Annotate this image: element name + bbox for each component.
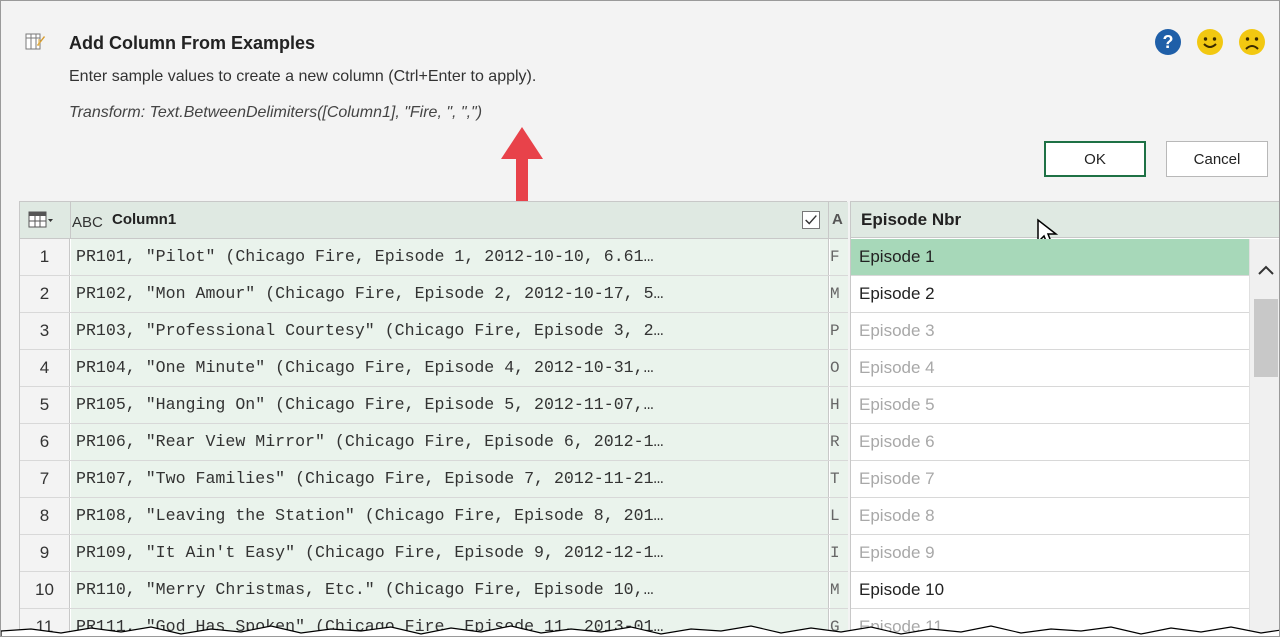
ok-button[interactable]: OK [1044,141,1146,177]
cell-divider [828,313,829,349]
feedback-icons: ? [1153,27,1267,57]
column1-cell[interactable]: PR110, "Merry Christmas, Etc." (Chicago … [71,572,828,608]
scroll-up-icon[interactable] [1256,263,1276,277]
cell-divider [828,535,829,571]
table-row: 5 PR105, "Hanging On" (Chicago Fire, Epis… [20,387,848,424]
column1-cell[interactable]: PR105, "Hanging On" (Chicago Fire, Episo… [71,387,828,423]
row-number: 8 [20,498,70,534]
torn-edge-decoration [1,625,1279,636]
column1-cell[interactable]: PR104, "One Minute" (Chicago Fire, Episo… [71,350,828,386]
table-row: 4 PR104, "One Minute" (Chicago Fire, Epis… [20,350,848,387]
table-row: 3 PR103, "Professional Courtesy" (Chicago… [20,313,848,350]
column1-cell[interactable]: PR109, "It Ain't Easy" (Chicago Fire, Ep… [71,535,828,571]
column1-cell[interactable]: PR102, "Mon Amour" (Chicago Fire, Episod… [71,276,828,312]
svg-text:ABC: ABC [72,214,103,231]
column1-cell[interactable]: PR106, "Rear View Mirror" (Chicago Fire,… [71,424,828,460]
header-divider [70,202,71,239]
table-row: 8 PR108, "Leaving the Station" (Chicago F… [20,498,848,535]
header-divider [828,202,829,239]
dialog-title: Add Column From Examples [69,33,316,53]
column2-cell[interactable]: T [830,461,848,497]
cell-divider [828,498,829,534]
cell-divider [828,239,829,275]
grid-header-row: ABC Column1 A [20,202,848,239]
table-menu-icon[interactable] [28,211,54,229]
example-cell[interactable]: Episode 9 [851,535,1249,572]
example-column-header[interactable]: Episode Nbr [851,201,1279,248]
cell-divider [828,276,829,312]
column2-cell[interactable]: R [830,424,848,460]
column1-cell[interactable]: PR101, "Pilot" (Chicago Fire, Episode 1,… [71,239,828,275]
table-row: 9 PR109, "It Ain't Easy" (Chicago Fire, E… [20,535,848,572]
row-number: 7 [20,461,70,497]
red-arrow-annotation [501,127,543,203]
row-number: 2 [20,276,70,312]
column2-cell[interactable]: I [830,535,848,571]
row-number: 6 [20,424,70,460]
checkmark-icon [805,215,817,225]
column2-cell[interactable]: O [830,350,848,386]
row-number: 10 [20,572,70,608]
table-row: 10 PR110, "Merry Christmas, Etc." (Chicag… [20,572,848,609]
help-icon[interactable]: ? [1153,27,1183,57]
row-number: 1 [20,239,70,275]
column2-cell[interactable]: M [830,572,848,608]
example-cell[interactable]: Episode 4 [851,350,1249,387]
column-include-checkbox[interactable] [802,211,820,229]
dialog-header: Add Column From Examples Enter sample va… [1,1,1279,203]
example-cell[interactable]: Episode 7 [851,461,1249,498]
cell-divider [828,461,829,497]
frown-feedback-icon[interactable] [1237,27,1267,57]
example-column-title[interactable]: Episode Nbr [861,210,961,230]
column1-cell[interactable]: PR107, "Two Families" (Chicago Fire, Epi… [71,461,828,497]
table-row: 6 PR106, "Rear View Mirror" (Chicago Fire… [20,424,848,461]
row-number: 5 [20,387,70,423]
column2-cell[interactable]: P [830,313,848,349]
add-column-dialog: Add Column From Examples Enter sample va… [0,0,1280,637]
example-cell[interactable]: Episode 10 [851,572,1249,609]
row-number: 9 [20,535,70,571]
cancel-button[interactable]: Cancel [1166,141,1268,177]
column2-header[interactable]: A [832,211,843,228]
example-cell[interactable]: Episode 8 [851,498,1249,535]
column1-cell[interactable]: PR103, "Professional Courtesy" (Chicago … [71,313,828,349]
example-cell[interactable]: Episode 3 [851,313,1249,350]
source-data-grid: ABC Column1 A 1 PR101, "Pilot" (Chicago F… [19,201,848,636]
cell-divider [828,424,829,460]
column2-cell[interactable]: H [830,387,848,423]
cell-divider [828,350,829,386]
example-cell[interactable]: Episode 5 [851,387,1249,424]
vertical-scrollbar[interactable] [1249,239,1279,636]
example-cell[interactable]: Episode 1 [851,239,1249,276]
column2-cell[interactable]: M [830,276,848,312]
transform-formula: Transform: Text.BetweenDelimiters([Colum… [69,104,483,121]
svg-text:?: ? [1163,32,1174,52]
row-number: 4 [20,350,70,386]
example-column: Episode Nbr Episode 1 Episode 2 Episode 3E… [850,201,1279,636]
add-column-icon [25,33,45,50]
text-type-icon[interactable]: ABC [72,209,106,233]
table-row: 2 PR102, "Mon Amour" (Chicago Fire, Episo… [20,276,848,313]
cell-divider [828,387,829,423]
smile-feedback-icon[interactable] [1195,27,1225,57]
table-row: 7 PR107, "Two Families" (Chicago Fire, Ep… [20,461,848,498]
scrollbar-thumb[interactable] [1254,299,1278,377]
example-cell[interactable]: Episode 6 [851,424,1249,461]
dialog-instructions: Enter sample values to create a new colu… [69,68,537,85]
column1-header[interactable]: Column1 [112,211,176,228]
table-row: 1 PR101, "Pilot" (Chicago Fire, Episode 1… [20,239,848,276]
cell-divider [828,572,829,608]
column2-cell[interactable]: F [830,239,848,275]
column2-cell[interactable]: L [830,498,848,534]
column1-cell[interactable]: PR108, "Leaving the Station" (Chicago Fi… [71,498,828,534]
example-cell[interactable]: Episode 2 [851,276,1249,313]
row-number: 3 [20,313,70,349]
